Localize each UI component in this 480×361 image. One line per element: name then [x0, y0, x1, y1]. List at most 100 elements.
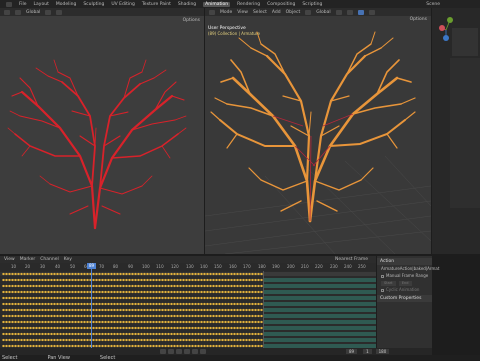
right-3d-viewport[interactable]: User Perspective (89) Collection | Armat… — [205, 16, 431, 254]
jump-start-icon[interactable] — [160, 349, 166, 354]
channel-row[interactable] — [0, 296, 376, 300]
viewport-shading-material-icon[interactable] — [368, 9, 375, 15]
channel-row[interactable] — [0, 338, 376, 342]
frame-tick: 120 — [171, 264, 179, 269]
workspace-tab-sculpting[interactable]: Sculpting — [83, 2, 104, 7]
frame-tick: 160 — [229, 264, 237, 269]
action-sidebar: Action ArmatureAction|baked|Armat Manual… — [377, 256, 439, 348]
channel-row[interactable] — [0, 284, 376, 288]
frame-range-end-line — [263, 271, 264, 348]
play-icon[interactable] — [184, 349, 190, 354]
dopesheet-menu-key[interactable]: Key — [64, 257, 72, 262]
channel-row[interactable] — [0, 290, 376, 294]
blender-logo-icon[interactable] — [6, 1, 12, 7]
frame-tick: 100 — [142, 264, 150, 269]
playhead-line[interactable] — [91, 263, 92, 348]
menu-view[interactable]: View — [237, 10, 248, 15]
right-viewport-options[interactable]: Options — [410, 17, 427, 22]
manual-frame-range-checkbox[interactable]: Manual Frame Range — [377, 272, 432, 279]
channel-row[interactable] — [0, 332, 376, 336]
checkbox-icon[interactable] — [381, 274, 384, 278]
channel-row[interactable] — [0, 308, 376, 312]
pivot-icon[interactable] — [335, 9, 342, 15]
frame-tick: 220 — [315, 264, 323, 269]
next-keyframe-icon[interactable] — [192, 349, 198, 354]
dopesheet-menu-marker[interactable]: Marker — [20, 257, 36, 262]
manual-frame-range-label: Manual Frame Range — [386, 273, 429, 278]
frame-tick: 180 — [258, 264, 266, 269]
transform-pivot-icon[interactable] — [45, 9, 52, 15]
workspace-tab-compositing[interactable]: Compositing — [267, 2, 295, 7]
checkbox-icon[interactable] — [381, 288, 384, 292]
channel-row[interactable] — [0, 302, 376, 306]
action-name[interactable]: ArmatureAction|baked|Armat — [381, 266, 439, 271]
frame-tick: 250 — [358, 264, 366, 269]
workspace-tab-layout[interactable]: Layout — [34, 2, 49, 7]
channel-row[interactable] — [0, 326, 376, 330]
viewport-shading-solid-icon[interactable] — [357, 9, 364, 15]
frame-tick: 210 — [301, 264, 309, 269]
menu-object[interactable]: Object — [286, 10, 301, 15]
menu-add[interactable]: Add — [272, 10, 281, 15]
end-frame-field[interactable]: 180 — [375, 349, 390, 354]
frame-tick: 190 — [272, 264, 280, 269]
summary-row[interactable] — [0, 272, 376, 276]
editor-type-icon[interactable] — [209, 9, 215, 15]
editor-type-icon[interactable] — [4, 9, 10, 15]
shading-mode-dropdown[interactable]: Global — [26, 10, 40, 15]
properties-panel[interactable] — [432, 8, 480, 254]
workspace-tab-scripting[interactable]: Scripting — [302, 2, 322, 7]
dopesheet-menu-view[interactable]: View — [4, 257, 15, 262]
workspace-tab-modeling[interactable]: Modeling — [56, 2, 76, 7]
left-viewport-options[interactable]: Options — [183, 18, 200, 23]
snapping-dropdown[interactable]: Nearest Frame — [335, 257, 368, 262]
menu-mode[interactable]: Mode — [220, 10, 232, 15]
workspace-tab-texture-paint[interactable]: Texture Paint — [142, 2, 171, 7]
collection-path-label: (89) Collection | Armature — [208, 31, 260, 36]
cyclic-animation-checkbox[interactable]: Cyclic Animation — [377, 286, 432, 293]
properties-editor[interactable] — [450, 58, 480, 208]
frame-tick: 10 — [11, 264, 17, 269]
workspace-tab-uv-editing[interactable]: UV Editing — [111, 2, 134, 7]
keyframe-channels[interactable] — [0, 271, 376, 348]
left-viewport-header: Global — [0, 8, 204, 16]
orientation-icon[interactable] — [305, 9, 312, 15]
custom-properties-section[interactable]: Custom Properties — [377, 295, 432, 302]
dopesheet-menu-channel[interactable]: Channel — [40, 257, 58, 262]
frame-tick: 130 — [186, 264, 194, 269]
frame-tick: 230 — [330, 264, 338, 269]
menu-select[interactable]: Select — [253, 10, 267, 15]
channel-row[interactable] — [0, 314, 376, 318]
transform-orientation-dropdown[interactable]: Global — [316, 10, 330, 15]
scene-selector[interactable]: Scene — [426, 2, 440, 7]
left-3d-viewport[interactable]: Options — [0, 16, 204, 254]
frame-ruler[interactable]: 10 20 30 40 50 60 70 80 90 100 110 120 1… — [0, 263, 376, 271]
frame-tick: 70 — [99, 264, 105, 269]
snap-icon[interactable] — [346, 9, 353, 15]
workspace-tab-shading[interactable]: Shading — [178, 2, 196, 7]
snap-icon[interactable] — [56, 9, 63, 15]
frame-tick: 110 — [156, 264, 164, 269]
current-frame-indicator[interactable]: 89 — [87, 263, 96, 269]
frame-tick: 150 — [214, 264, 222, 269]
menu-file[interactable]: File — [19, 2, 27, 7]
channel-row[interactable] — [0, 320, 376, 324]
action-name-field[interactable]: ArmatureAction|baked|Armat — [377, 265, 439, 272]
prev-keyframe-icon[interactable] — [168, 349, 174, 354]
workspace-tab-rendering[interactable]: Rendering — [237, 2, 260, 7]
right-viewport-header: Mode View Select Add Object Global — [205, 8, 431, 16]
frame-tick: 200 — [287, 264, 295, 269]
frame-tick: 140 — [200, 264, 208, 269]
current-frame-field[interactable]: 89 — [346, 349, 358, 354]
keyframe-row[interactable] — [2, 272, 264, 276]
channel-row[interactable] — [0, 278, 376, 282]
mode-icon[interactable] — [15, 9, 21, 15]
outliner[interactable] — [452, 28, 478, 56]
armature-heart — [205, 31, 431, 254]
workspace-tab-animation[interactable]: Animation — [203, 1, 231, 7]
play-reverse-icon[interactable] — [176, 349, 182, 354]
action-section-title[interactable]: Action — [377, 258, 432, 265]
frame-tick: 170 — [243, 264, 251, 269]
start-frame-field[interactable]: 1 — [363, 349, 372, 354]
jump-end-icon[interactable] — [200, 349, 206, 354]
